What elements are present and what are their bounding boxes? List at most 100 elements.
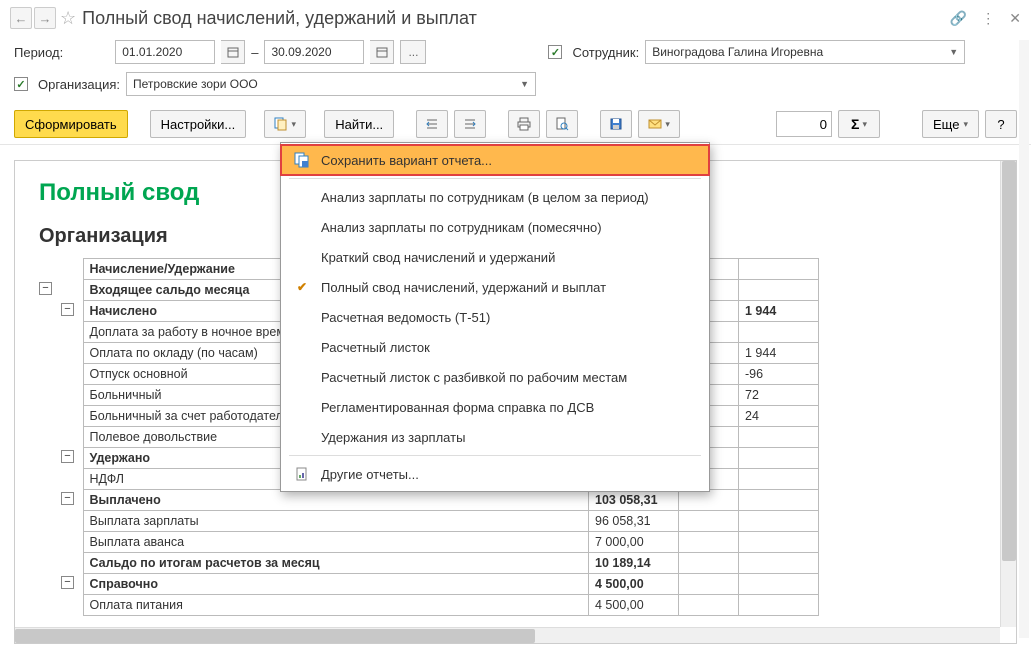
row-value: [739, 553, 819, 574]
row-value: [739, 532, 819, 553]
menu-variant-item[interactable]: Анализ зарплаты по сотрудникам (помесячн…: [281, 212, 709, 242]
link-icon[interactable]: 🔗: [950, 10, 967, 27]
more-button[interactable]: Еще▾: [922, 110, 979, 138]
blank-icon: [293, 368, 311, 386]
menu-variant-item[interactable]: Удержания из зарплаты: [281, 422, 709, 452]
blank-icon: [293, 248, 311, 266]
number-input[interactable]: [776, 111, 832, 137]
expand-toggle[interactable]: −: [61, 492, 74, 505]
row-value: [739, 280, 819, 301]
row-value: [739, 511, 819, 532]
row-label: Выплата зарплаты: [83, 511, 589, 532]
menu-item-label: Сохранить вариант отчета...: [321, 153, 492, 168]
row-label: Сальдо по итогам расчетов за месяц: [83, 553, 589, 574]
row-value: -96: [739, 364, 819, 385]
menu-other-reports[interactable]: Другие отчеты...: [281, 459, 709, 489]
more-vert-icon[interactable]: ⋮: [981, 10, 995, 27]
sigma-dropdown-button[interactable]: Σ▾: [838, 110, 880, 138]
mail-dropdown-button[interactable]: ▾: [638, 110, 680, 138]
nav-back-button[interactable]: ←: [10, 7, 32, 29]
menu-variant-item[interactable]: Расчетная ведомость (Т-51): [281, 302, 709, 332]
menu-variant-item[interactable]: Расчетный листок: [281, 332, 709, 362]
row-value: 1 944: [739, 343, 819, 364]
menu-item-label: Расчетный листок: [321, 340, 430, 355]
row-label: Выплачено: [83, 490, 589, 511]
close-icon[interactable]: ✕: [1009, 10, 1021, 27]
reports-icon: [293, 465, 311, 483]
menu-variant-item[interactable]: Расчетный листок с разбивкой по рабочим …: [281, 362, 709, 392]
row-label: Оплата питания: [83, 595, 589, 616]
window-vertical-scrollbar[interactable]: [1019, 40, 1029, 638]
expand-button[interactable]: [454, 110, 486, 138]
menu-item-label: Другие отчеты...: [321, 467, 419, 482]
blank-icon: [293, 398, 311, 416]
menu-item-label: Удержания из зарплаты: [321, 430, 465, 445]
row-value: [679, 490, 739, 511]
row-value: [739, 448, 819, 469]
variants-dropdown-button[interactable]: ▾: [264, 110, 306, 138]
help-button[interactable]: ?: [985, 110, 1017, 138]
row-value: [679, 511, 739, 532]
favorite-star-icon[interactable]: ☆: [60, 8, 76, 29]
org-value: Петровские зори ООО: [133, 77, 258, 91]
date-to-calendar-icon[interactable]: [370, 40, 394, 64]
check-icon: ✔: [293, 278, 311, 296]
save-variant-icon: [293, 151, 311, 169]
row-value: [679, 532, 739, 553]
menu-variant-item[interactable]: ✔Полный свод начислений, удержаний и вып…: [281, 272, 709, 302]
menu-item-label: Краткий свод начислений и удержаний: [321, 250, 555, 265]
print-button[interactable]: [508, 110, 540, 138]
save-button[interactable]: [600, 110, 632, 138]
row-value: 7 000,00: [589, 532, 679, 553]
employee-label: Сотрудник:: [572, 45, 639, 60]
menu-item-label: Анализ зарплаты по сотрудникам (в целом …: [321, 190, 649, 205]
row-value: 1 944: [739, 301, 819, 322]
date-separator: –: [251, 45, 258, 60]
row-label: Справочно: [83, 574, 589, 595]
row-value: [739, 490, 819, 511]
preview-button[interactable]: [546, 110, 578, 138]
chevron-down-icon: ▼: [520, 79, 529, 89]
expand-toggle[interactable]: −: [61, 576, 74, 589]
menu-save-variant[interactable]: Сохранить вариант отчета...: [281, 145, 709, 175]
row-value: [679, 595, 739, 616]
menu-item-label: Регламентированная форма справка по ДСВ: [321, 400, 594, 415]
period-picker-button[interactable]: ...: [400, 40, 426, 64]
row-value: [739, 427, 819, 448]
vertical-scrollbar[interactable]: [1000, 161, 1016, 627]
org-checkbox[interactable]: ✓: [14, 77, 28, 91]
nav-forward-button[interactable]: →: [34, 7, 56, 29]
date-to-input[interactable]: 30.09.2020: [264, 40, 364, 64]
period-label: Период:: [14, 45, 63, 60]
menu-item-label: Анализ зарплаты по сотрудникам (помесячн…: [321, 220, 602, 235]
blank-icon: [293, 218, 311, 236]
form-button[interactable]: Сформировать: [14, 110, 128, 138]
menu-item-label: Расчетная ведомость (Т-51): [321, 310, 490, 325]
employee-input[interactable]: Виноградова Галина Игоревна ▼: [645, 40, 965, 64]
employee-value: Виноградова Галина Игоревна: [652, 45, 823, 59]
blank-icon: [293, 428, 311, 446]
row-value: [739, 574, 819, 595]
org-input[interactable]: Петровские зори ООО ▼: [126, 72, 536, 96]
find-button[interactable]: Найти...: [324, 110, 394, 138]
expand-toggle[interactable]: −: [61, 450, 74, 463]
row-value: [739, 595, 819, 616]
expand-toggle[interactable]: −: [61, 303, 74, 316]
chevron-down-icon: ▼: [949, 47, 958, 57]
row-value: [679, 553, 739, 574]
collapse-button[interactable]: [416, 110, 448, 138]
row-value: 4 500,00: [589, 595, 679, 616]
menu-variant-item[interactable]: Анализ зарплаты по сотрудникам (в целом …: [281, 182, 709, 212]
blank-icon: [293, 308, 311, 326]
settings-button[interactable]: Настройки...: [150, 110, 247, 138]
menu-variant-item[interactable]: Регламентированная форма справка по ДСВ: [281, 392, 709, 422]
employee-checkbox[interactable]: ✓: [548, 45, 562, 59]
menu-variant-item[interactable]: Краткий свод начислений и удержаний: [281, 242, 709, 272]
date-from-calendar-icon[interactable]: [221, 40, 245, 64]
horizontal-scrollbar[interactable]: [15, 627, 1000, 643]
expand-toggle[interactable]: −: [39, 282, 52, 295]
row-value: 72: [739, 385, 819, 406]
row-label: Выплата аванса: [83, 532, 589, 553]
date-from-input[interactable]: 01.01.2020: [115, 40, 215, 64]
variants-dropdown-menu: Сохранить вариант отчета... Анализ зарпл…: [280, 142, 710, 492]
